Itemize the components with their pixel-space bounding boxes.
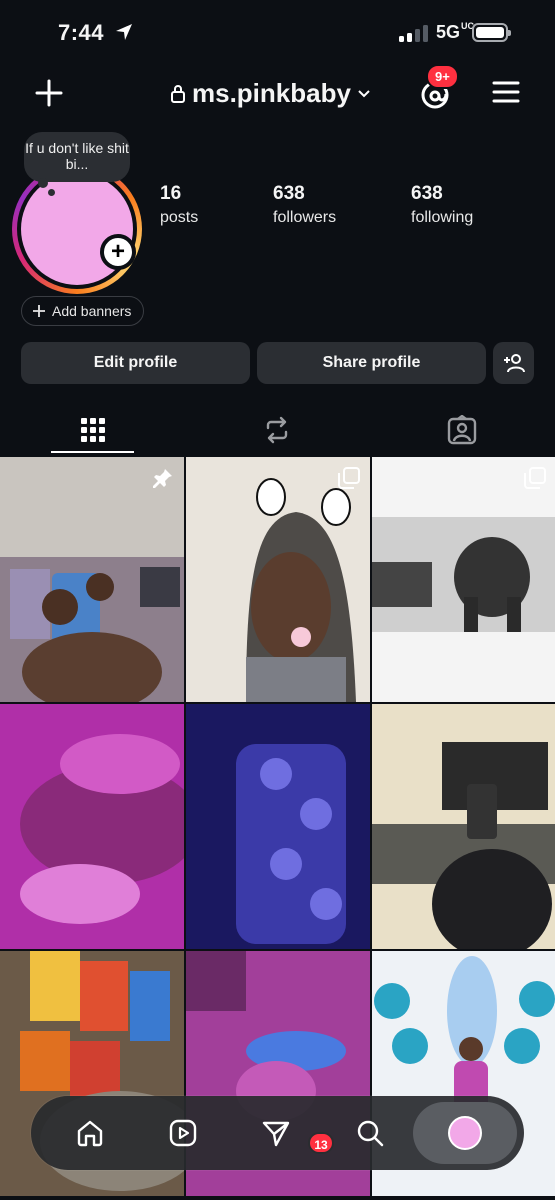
add-banners-button[interactable]: Add banners	[21, 296, 145, 326]
search-icon	[357, 1120, 384, 1147]
stat-following[interactable]: 638 following	[411, 183, 473, 227]
nav-search[interactable]	[351, 1114, 389, 1152]
carousel-icon	[338, 467, 360, 489]
active-tab-indicator	[51, 451, 134, 453]
plus-icon	[33, 305, 45, 317]
pin-icon	[153, 469, 172, 488]
post-thumbnail-6[interactable]	[372, 704, 555, 949]
create-plus-icon[interactable]	[34, 78, 64, 108]
post-thumbnail-5[interactable]	[186, 704, 370, 949]
edit-profile-button[interactable]: Edit profile	[21, 342, 250, 384]
nav-messages[interactable]	[257, 1114, 295, 1152]
profile-header: ms.pinkbaby 9+	[0, 64, 555, 122]
status-time: 7:44	[58, 20, 105, 45]
messages-icon	[262, 1121, 290, 1147]
discover-people-button[interactable]	[493, 342, 534, 384]
network-indicator: 5GUC	[436, 21, 475, 43]
share-profile-button[interactable]: Share profile	[257, 342, 486, 384]
location-arrow-icon	[116, 24, 132, 40]
battery-icon	[472, 23, 511, 42]
reposts-icon	[266, 416, 287, 444]
stat-followers[interactable]: 638 followers	[273, 183, 336, 227]
tab-reposts[interactable]	[235, 404, 318, 456]
reels-icon	[169, 1119, 197, 1147]
nav-reels[interactable]	[164, 1114, 202, 1152]
post-thumbnail-2[interactable]	[186, 457, 370, 702]
post-image-5	[186, 704, 370, 949]
nav-profile-avatar[interactable]	[448, 1116, 482, 1150]
post-thumbnail-1[interactable]	[0, 457, 184, 702]
username-switcher[interactable]: ms.pinkbaby	[170, 78, 371, 109]
tab-tagged[interactable]	[420, 404, 503, 456]
menu-hamburger-icon[interactable]	[492, 80, 520, 104]
note-tail	[38, 178, 48, 188]
note-bubble[interactable]: If u don't like shit bi...	[24, 132, 130, 182]
add-story-button[interactable]: +	[100, 234, 136, 270]
post-image-6	[372, 704, 555, 949]
carousel-icon	[524, 467, 546, 489]
lock-icon	[171, 84, 185, 103]
note-tail-small	[48, 189, 55, 196]
username: ms.pinkbaby	[192, 78, 351, 108]
bottom-nav: 13	[31, 1096, 524, 1170]
status-bar: 7:44 5GUC	[0, 0, 555, 66]
post-image-3	[372, 457, 555, 702]
add-person-icon	[503, 354, 525, 373]
messages-badge: 13	[308, 1132, 334, 1154]
story-ring[interactable]	[12, 164, 142, 294]
notification-badge: 9+	[426, 64, 459, 89]
profile-tabs	[0, 404, 555, 456]
post-image-2	[186, 457, 370, 702]
stat-posts[interactable]: 16 posts	[160, 183, 198, 227]
nav-home[interactable]	[71, 1114, 109, 1152]
chevron-down-icon	[358, 89, 370, 97]
post-image-1	[0, 457, 184, 702]
home-icon	[77, 1120, 103, 1147]
post-image-4	[0, 704, 184, 949]
post-thumbnail-4[interactable]	[0, 704, 184, 949]
grid-icon	[80, 418, 105, 442]
tagged-icon	[447, 415, 476, 445]
signal-bars-icon	[399, 24, 428, 42]
tab-posts-grid[interactable]	[51, 404, 134, 456]
post-thumbnail-3[interactable]	[372, 457, 555, 702]
